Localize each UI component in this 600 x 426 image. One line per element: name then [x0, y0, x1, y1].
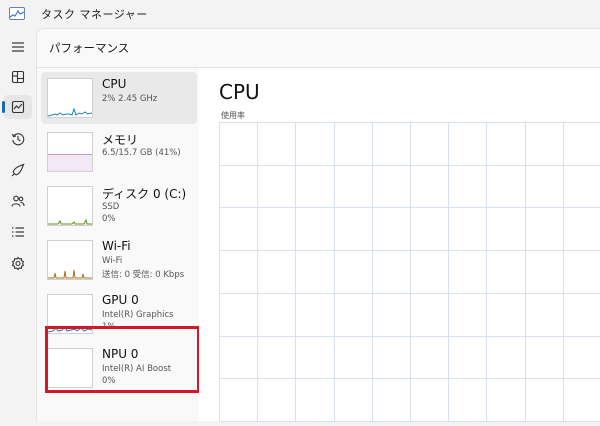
device-detail: 2% 2.45 GHz	[102, 94, 158, 104]
task-manager-icon	[9, 7, 25, 20]
cpu-usage-graph	[219, 122, 600, 422]
memory-mini-graph	[47, 132, 93, 172]
wifi-mini-graph	[47, 240, 93, 280]
device-name: メモリ	[102, 133, 139, 147]
cpu-mini-graph	[47, 78, 93, 118]
details-icon[interactable]	[4, 220, 32, 244]
performance-icon[interactable]	[2, 95, 32, 119]
detail-panel: CPU 使用率	[199, 68, 600, 422]
startup-apps-icon[interactable]	[4, 158, 32, 182]
content-pane: パフォーマンス CPU 2% 2.45 GHz メモリ 6.5/15.7 GB …	[36, 28, 600, 422]
device-item-memory[interactable]: メモリ 6.5/15.7 GB (41%)	[41, 126, 197, 178]
device-item-wifi[interactable]: Wi-Fi Wi-Fi 送信: 0 受信: 0 Kbps	[41, 234, 197, 286]
graph-label: 使用率	[221, 111, 245, 120]
device-item-cpu[interactable]: CPU 2% 2.45 GHz	[41, 72, 197, 124]
device-name: CPU	[102, 77, 127, 91]
device-detail-secondary: 送信: 0 受信: 0 Kbps	[102, 270, 185, 280]
device-detail: SSD	[102, 202, 120, 212]
navigation-rail	[0, 28, 36, 420]
processes-icon[interactable]	[4, 65, 32, 89]
npu-highlight-frame	[45, 326, 200, 393]
device-name: Wi-Fi	[102, 239, 131, 253]
device-name: GPU 0	[102, 293, 139, 307]
app-history-icon[interactable]	[4, 127, 32, 151]
graph-grid	[220, 123, 600, 422]
page-title: パフォーマンス	[49, 41, 130, 55]
title-bar: タスク マネージャー	[0, 0, 600, 28]
device-detail-secondary: 0%	[102, 214, 116, 224]
hamburger-menu-icon[interactable]	[4, 35, 32, 59]
device-detail: Intel(R) Graphics	[102, 310, 174, 320]
detail-title: CPU	[219, 80, 260, 104]
device-detail: 6.5/15.7 GB (41%)	[102, 148, 181, 158]
services-icon[interactable]	[4, 251, 32, 275]
device-name: ディスク 0 (C:)	[102, 187, 187, 201]
app-title: タスク マネージャー	[41, 8, 148, 21]
disk-mini-graph	[47, 186, 93, 226]
device-detail: Wi-Fi	[102, 256, 123, 266]
users-icon[interactable]	[4, 189, 32, 213]
device-item-disk[interactable]: ディスク 0 (C:) SSD 0%	[41, 180, 197, 232]
